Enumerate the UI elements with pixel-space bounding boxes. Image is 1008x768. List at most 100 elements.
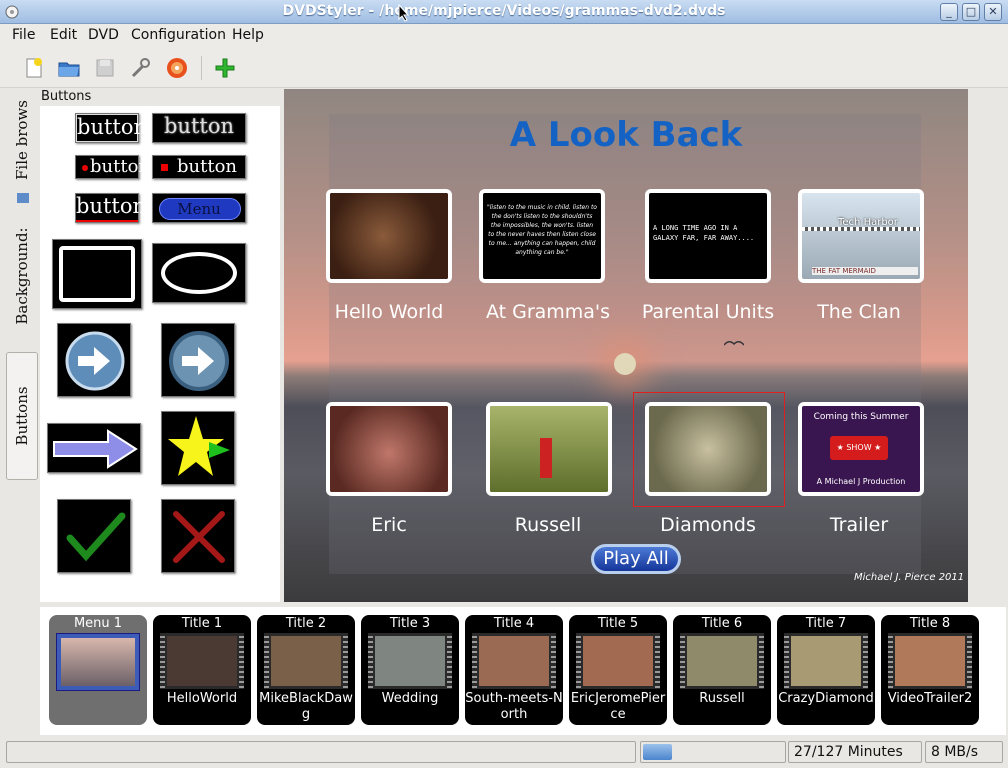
menu-file[interactable]: File xyxy=(12,27,35,43)
title-item-label: Menu 1 xyxy=(73,616,123,631)
menu-thumb-russell[interactable] xyxy=(486,402,612,496)
menu-caption-russell: Russell xyxy=(514,514,582,536)
title-item-label: Title 5 xyxy=(597,616,639,631)
film-strip-icon xyxy=(160,633,244,689)
close-button[interactable]: ✕ xyxy=(984,3,1002,21)
disc-usage-fill xyxy=(643,744,673,760)
title-item-label: Title 8 xyxy=(909,616,951,631)
title-item-menu-1[interactable]: Menu 1 xyxy=(49,615,147,725)
menu-help[interactable]: Help xyxy=(232,27,264,43)
menu-caption-the-clan: The Clan xyxy=(817,301,901,323)
panel-label: Buttons xyxy=(41,89,92,104)
arrow-round-button[interactable] xyxy=(57,323,131,397)
menu-thumb-hello-world[interactable] xyxy=(326,189,452,283)
tab-background[interactable]: Background: xyxy=(6,216,38,336)
menu-thumb-trailer-top: Coming this Summer xyxy=(813,412,909,422)
frame-rectangle[interactable] xyxy=(52,239,142,309)
save-icon[interactable] xyxy=(93,56,117,80)
title-item-name: CrazyDiamond xyxy=(778,691,874,706)
new-file-icon[interactable] xyxy=(22,56,46,80)
disc-usage-progress xyxy=(640,741,786,763)
minutes-readout: 27/127 Minutes xyxy=(788,741,922,763)
menu-thumb-at-grammas[interactable]: "listen to the music in child. listen to… xyxy=(479,189,605,283)
frame-ellipse[interactable] xyxy=(152,243,246,303)
dvdstyler-window: DVDStyler - /home/mjpierce/Videos/gramma… xyxy=(0,0,1008,768)
title-item-3[interactable]: Title 3 Wedding xyxy=(361,615,459,725)
menu-overlay-panel xyxy=(329,114,921,574)
signature: Michael J. Pierce 2011 xyxy=(854,572,965,583)
minimize-button[interactable]: _ xyxy=(940,3,958,21)
title-item-label: Title 7 xyxy=(805,616,847,631)
menu-dvd[interactable]: DVD xyxy=(88,27,119,43)
arrow-right-button[interactable] xyxy=(47,423,141,473)
menu-thumb-trailer-bottom: A Michael J Production xyxy=(816,477,906,486)
film-strip-icon xyxy=(888,633,972,689)
menu-thumb-eric[interactable] xyxy=(326,402,452,496)
star-play-button[interactable] xyxy=(161,411,235,485)
tab-buttons-label: Buttons xyxy=(13,386,31,446)
film-strip-icon xyxy=(680,633,764,689)
title-item-name: South-meets-North xyxy=(465,691,563,722)
menu-thumb-the-clan-text: Tech Harbor xyxy=(838,217,898,228)
film-strip-icon xyxy=(264,633,348,689)
title-item-label: Title 4 xyxy=(493,616,535,631)
settings-wrench-icon[interactable] xyxy=(129,56,153,80)
tab-background-label: Background: xyxy=(13,227,31,325)
title-item-name: Russell xyxy=(699,691,745,706)
menu-preview-canvas[interactable]: A Look Back Hello World "listen to the m… xyxy=(284,89,968,602)
button-style-underline[interactable]: button xyxy=(75,193,146,223)
arrow-round-outline-button[interactable] xyxy=(161,323,235,397)
menu-thumb-trailer[interactable]: Coming this Summer ★ SHOW ★ A Michael J … xyxy=(798,402,924,496)
menu-thumb-parental-units-text: A LONG TIME AGO IN A GALAXY FAR, FAR AWA… xyxy=(653,224,755,242)
title-item-label: Title 1 xyxy=(181,616,223,631)
menu-caption-diamonds: Diamonds xyxy=(660,514,756,536)
cross-button[interactable] xyxy=(161,499,235,573)
title-item-name: EricJeromePierce xyxy=(570,691,666,722)
tab-file-browser[interactable]: File brows xyxy=(6,90,38,190)
menu-thumb-trailer-badge: ★ SHOW ★ xyxy=(830,436,888,460)
title-item-6[interactable]: Title 6 Russell xyxy=(673,615,771,725)
film-strip-icon xyxy=(784,633,868,689)
add-icon[interactable] xyxy=(213,56,237,80)
play-all-button[interactable]: Play All xyxy=(591,544,681,574)
folder-icon xyxy=(17,193,29,203)
menu-bar: File Edit DVD Configuration Help xyxy=(0,24,1008,48)
titleset-bar: Menu 1 Title 1 HelloWorld Title 2 MikeBlac… xyxy=(40,607,1006,735)
menu-thumb-parental-units[interactable]: A LONG TIME AGO IN A GALAXY FAR, FAR AWA… xyxy=(645,189,771,283)
bitrate-readout: 8 MB/s xyxy=(925,741,1003,763)
maximize-button[interactable]: □ xyxy=(962,3,980,21)
menu-thumb-the-clan-sign: THE FAT MERMAID xyxy=(812,267,918,275)
burn-disc-icon[interactable] xyxy=(165,56,189,80)
toolbar xyxy=(0,48,1008,88)
button-style-dot[interactable]: button xyxy=(75,155,150,179)
side-tabs: File brows Background: Buttons xyxy=(6,90,38,590)
menu-caption-hello-world: Hello World xyxy=(334,301,444,323)
title-item-label: Title 3 xyxy=(389,616,431,631)
open-folder-icon[interactable] xyxy=(57,56,81,80)
menu-thumb-the-clan[interactable]: Tech Harbor THE FAT MERMAID xyxy=(798,189,924,283)
menu-thumb-at-grammas-text: "listen to the music in child. listen to… xyxy=(487,204,597,256)
menu-caption-trailer: Trailer xyxy=(829,514,889,536)
menu-configuration[interactable]: Configuration xyxy=(131,27,226,43)
tab-buttons[interactable]: Buttons xyxy=(6,352,38,480)
title-item-4[interactable]: Title 4 South-meets-North xyxy=(465,615,563,725)
buttons-list: button button button button button Menu xyxy=(40,106,280,602)
checkmark-button[interactable] xyxy=(57,499,131,573)
menu-edit[interactable]: Edit xyxy=(50,27,77,43)
title-item-2[interactable]: Title 2 MikeBlackDawg xyxy=(257,615,355,725)
buttons-panel: Buttons button button button button butt… xyxy=(40,88,280,602)
title-item-5[interactable]: Title 5 EricJeromePierce xyxy=(569,615,667,725)
button-style-menu-pill[interactable]: Menu xyxy=(152,193,246,223)
button-style-square[interactable]: button xyxy=(152,155,246,179)
title-item-8[interactable]: Title 8 VideoTrailer2 xyxy=(881,615,979,725)
menu-title[interactable]: A Look Back xyxy=(284,115,968,155)
title-item-label: Title 2 xyxy=(285,616,327,631)
title-item-name: MikeBlackDawg xyxy=(259,691,353,722)
title-item-1[interactable]: Title 1 HelloWorld xyxy=(153,615,251,725)
menu-caption-parental-units: Parental Units xyxy=(641,301,775,323)
button-style-outlined[interactable]: button xyxy=(152,113,246,143)
title-item-name: HelloWorld xyxy=(166,691,238,706)
film-strip-icon xyxy=(368,633,452,689)
button-style-plain[interactable]: button xyxy=(75,113,147,143)
title-item-7[interactable]: Title 7 CrazyDiamond xyxy=(777,615,875,725)
